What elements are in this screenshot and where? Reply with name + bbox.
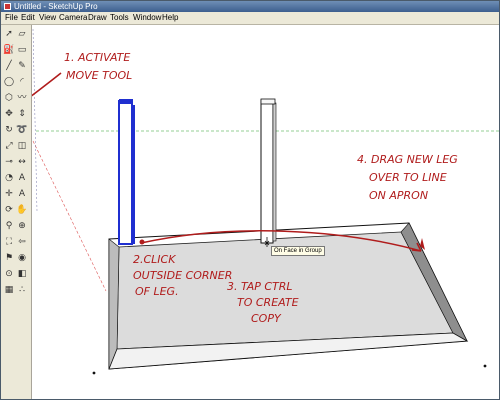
note-step4-line1: 4. DRAG NEW LEG [357,153,458,166]
note-step3-line2: TO CREATE [237,296,299,309]
menu-view[interactable]: View [39,12,56,24]
corner-vertex [92,371,96,375]
note-step2-line2: OUTSIDE CORNER [133,269,232,282]
footprints-icon[interactable]: ∴ [16,285,28,296]
menu-file[interactable]: File [5,12,18,24]
note-step4-line3: ON APRON [369,189,428,202]
note-step1-line1: 1. ACTIVATE [64,51,130,64]
click-point-mark [139,239,145,245]
offset-icon[interactable]: ◫ [16,141,28,152]
pencil-icon[interactable]: ✎ [16,61,28,72]
zoom-icon[interactable]: ⚲ [3,221,15,232]
sketchup-logo-icon [4,3,11,10]
inference-tooltip: On Face in Group [271,246,325,256]
line-icon[interactable]: ╱ [3,61,15,72]
menu-tools[interactable]: Tools [110,12,129,24]
text-icon[interactable]: A [16,173,28,184]
menu-camera[interactable]: Camera [59,12,87,24]
window-title: Untitled - SketchUp Pro [14,2,98,11]
note-step2-line1: 2.CLICK [133,253,176,266]
large-tool-set: ➚ ▱ ⛽ ▭ ╱ ✎ ◯ ◜ ⬡ 〰 ✥ ⇕ ↻ ➰ ⤢ ◫ ⊸ ↔ ◔ A ✛ A ⟳ ✋ ⚲ ⊕ ⛶ ⇦ ⚑ ◉ ⊙ ◧ ▦ ∴ [1,25,32,399]
section-plane-icon[interactable]: ◧ [16,269,28,280]
look-around-icon[interactable]: ◉ [16,253,28,264]
zoom-extents-icon[interactable]: ⛶ [3,237,15,248]
tape-measure-icon[interactable]: ⊸ [3,157,15,168]
pan-icon[interactable]: ✋ [16,205,28,216]
orbit-icon[interactable]: ⟳ [3,205,15,216]
push-pull-icon[interactable]: ⇕ [16,109,28,120]
zoom-window-icon[interactable]: ⊕ [16,221,28,232]
modeling-viewport[interactable]: 1. ACTIVATE MOVE TOOL 2.CLICK OUTSIDE CO… [32,25,499,399]
app-window: Untitled - SketchUp Pro File Edit View C… [0,0,500,400]
rectangle-icon[interactable]: ▭ [16,45,28,56]
dimension-icon[interactable]: ↔ [16,157,28,168]
polygon-icon[interactable]: ⬡ [3,93,15,104]
note-step3-line1: 3. TAP CTRL [227,280,293,293]
arc-icon[interactable]: ◜ [16,77,28,88]
axes-icon[interactable]: ✛ [3,189,15,200]
note-step3-line3: COPY [251,312,282,325]
menu-window[interactable]: Window [133,12,161,24]
scale-icon[interactable]: ⤢ [3,141,15,152]
previous-view-icon[interactable]: ⇦ [16,237,28,248]
3d-text-icon[interactable]: A [16,189,28,200]
freehand-icon[interactable]: 〰 [16,93,28,104]
note-step1-line2: MOVE TOOL [66,69,132,82]
model-canvas[interactable]: 1. ACTIVATE MOVE TOOL 2.CLICK OUTSIDE CO… [32,25,499,399]
protractor-icon[interactable]: ◔ [3,173,15,184]
menu-help[interactable]: Help [162,12,178,24]
sandbox-icon[interactable]: ▦ [3,285,15,296]
move-icon[interactable]: ✥ [3,109,15,120]
blue-axis [32,28,38,212]
circle-icon[interactable]: ◯ [3,77,15,88]
rotate-icon[interactable]: ↻ [3,125,15,136]
note-step2-line3: OF LEG. [135,285,179,298]
arrow-to-move-tool [32,72,62,97]
menu-draw[interactable]: Draw [88,12,107,24]
title-bar: Untitled - SketchUp Pro [1,1,499,12]
menu-edit[interactable]: Edit [21,12,35,24]
menu-bar: File Edit View Camera Draw Tools Window … [1,12,499,25]
select-icon[interactable]: ➚ [3,29,15,40]
corner-vertex [483,364,487,368]
position-camera-icon[interactable]: ⊙ [3,269,15,280]
note-step4-line2: OVER TO LINE [369,171,447,184]
red-axis [32,140,107,292]
paint-bucket-icon[interactable]: ⛽ [3,45,15,56]
walk-icon[interactable]: ⚑ [3,253,15,264]
eraser-icon[interactable]: ▱ [16,29,28,40]
selected-leg[interactable] [118,99,135,245]
follow-me-icon[interactable]: ➰ [16,125,28,136]
copied-leg[interactable] [260,98,277,244]
